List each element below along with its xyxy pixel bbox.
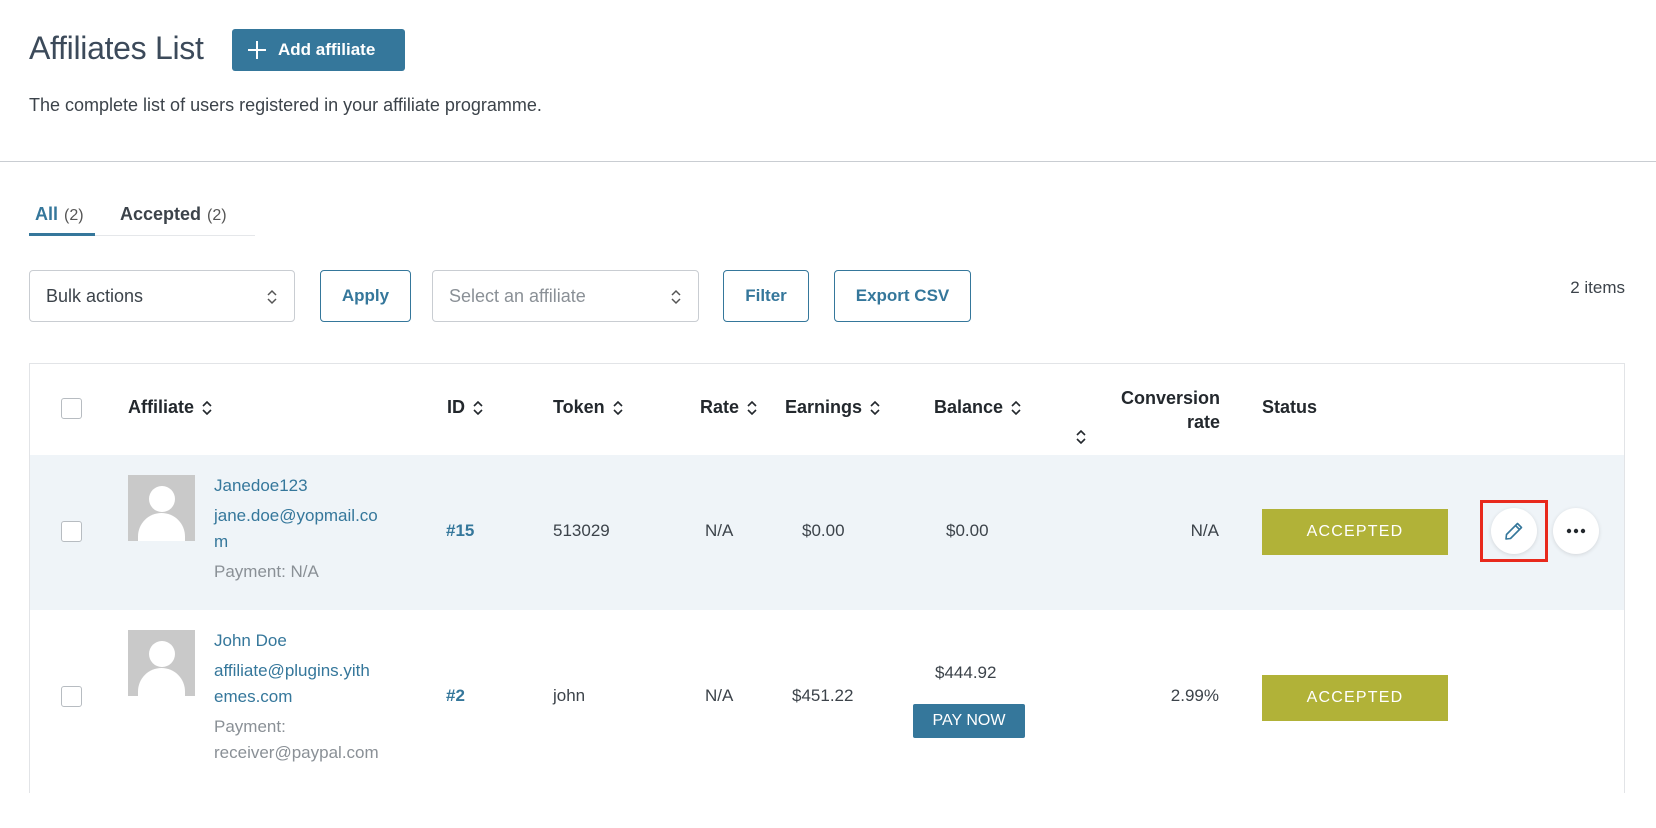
column-id-label: ID [447, 397, 465, 417]
plus-icon [248, 41, 266, 59]
row-checkbox[interactable] [61, 686, 82, 707]
column-token[interactable]: Token [553, 397, 623, 418]
tab-all[interactable]: All (2) [35, 204, 84, 236]
export-csv-button[interactable]: Export CSV [834, 270, 971, 322]
affiliate-token: 513029 [553, 521, 610, 540]
affiliate-id-link[interactable]: #2 [446, 686, 465, 706]
sort-icon [473, 400, 483, 415]
affiliate-balance: $444.92 [935, 663, 997, 682]
affiliate-email-line1[interactable]: jane.doe@yopmail.co [214, 503, 394, 529]
sort-icon [613, 400, 623, 415]
select-all-checkbox[interactable] [61, 398, 82, 419]
affiliate-select[interactable]: Select an affiliate [432, 270, 699, 322]
select-arrows-icon [267, 289, 277, 305]
sort-icon [870, 400, 880, 415]
sort-icon[interactable] [1076, 430, 1086, 444]
affiliate-earnings: $451.22 [792, 686, 854, 705]
column-conversion-label-1: Conversion [1120, 388, 1220, 408]
row-checkbox[interactable] [61, 521, 82, 542]
affiliate-token: john [553, 686, 586, 705]
column-conversion-rate[interactable]: Conversion rate [1040, 386, 1220, 434]
column-status-label: Status [1262, 397, 1318, 417]
column-affiliate-label: Affiliate [128, 397, 195, 417]
active-tab-indicator [29, 233, 95, 236]
affiliate-email-line1[interactable]: affiliate@plugins.yith [214, 658, 394, 684]
tab-accepted-label: Accepted [120, 204, 202, 224]
affiliate-id-link[interactable]: #15 [446, 521, 474, 541]
affiliate-balance: $0.00 [946, 521, 989, 540]
affiliate-payment-line1: Payment: [214, 717, 286, 736]
column-rate-label: Rate [700, 397, 740, 417]
column-id[interactable]: ID [447, 397, 483, 418]
pay-now-button[interactable]: PAY NOW [913, 704, 1025, 738]
sort-icon [1011, 400, 1021, 415]
affiliate-earnings: $0.00 [802, 521, 845, 540]
column-conversion-label-2: rate [1186, 412, 1220, 432]
affiliate-rate: N/A [705, 521, 734, 540]
edit-button-highlight [1480, 500, 1548, 562]
affiliate-username-link[interactable]: John Doe [214, 628, 394, 654]
column-affiliate[interactable]: Affiliate [128, 397, 212, 418]
column-earnings-label: Earnings [785, 397, 863, 417]
tab-all-label: All [35, 204, 59, 224]
page-subtitle: The complete list of users registered in… [29, 95, 542, 115]
table-row: John Doe affiliate@plugins.yith emes.com… [30, 610, 1624, 793]
affiliate-username-link[interactable]: Janedoe123 [214, 473, 394, 499]
column-earnings[interactable]: Earnings [785, 397, 880, 418]
affiliate-info: John Doe affiliate@plugins.yith emes.com… [214, 628, 394, 766]
tab-accepted[interactable]: Accepted (2) [120, 204, 227, 236]
affiliate-payment-line2: receiver@paypal.com [214, 743, 379, 762]
avatar [128, 630, 195, 696]
apply-button[interactable]: Apply [320, 270, 411, 322]
affiliate-info: Janedoe123 jane.doe@yopmail.co m Payment… [214, 473, 394, 585]
column-token-label: Token [553, 397, 605, 417]
affiliate-select-placeholder: Select an affiliate [449, 285, 586, 306]
affiliate-rate: N/A [705, 686, 734, 705]
status-badge: ACCEPTED [1262, 509, 1448, 555]
table-header: Affiliate ID Token Rate Earnings Balance… [30, 364, 1624, 454]
tab-all-count: (2) [64, 207, 84, 224]
add-affiliate-button[interactable]: Add affiliate [232, 29, 405, 71]
affiliates-table: Affiliate ID Token Rate Earnings Balance… [29, 363, 1625, 793]
tab-accepted-count: (2) [207, 207, 227, 224]
bulk-actions-select[interactable]: Bulk actions [29, 270, 295, 322]
affiliate-email-line2[interactable]: emes.com [214, 684, 394, 710]
ellipsis-icon [1566, 528, 1586, 534]
select-arrows-icon [671, 289, 681, 305]
status-tabs: All (2) Accepted (2) [29, 200, 255, 236]
header-divider [0, 161, 1656, 162]
affiliate-conversion: 2.99% [1170, 686, 1219, 705]
page-title: Affiliates List [29, 30, 204, 66]
affiliate-payment: Payment: N/A [214, 562, 319, 581]
sort-icon [202, 400, 212, 415]
column-balance-label: Balance [934, 397, 1004, 417]
column-status: Status [1262, 397, 1317, 418]
add-affiliate-label: Add affiliate [278, 40, 376, 59]
column-balance[interactable]: Balance [934, 397, 1021, 418]
column-rate[interactable]: Rate [700, 397, 757, 418]
filter-button[interactable]: Filter [723, 270, 809, 322]
table-row: Janedoe123 jane.doe@yopmail.co m Payment… [30, 455, 1624, 610]
affiliate-conversion: N/A [1190, 521, 1219, 540]
items-count: 2 items [1570, 278, 1625, 297]
status-badge: ACCEPTED [1262, 675, 1448, 721]
avatar [128, 475, 195, 541]
bulk-actions-value: Bulk actions [46, 285, 144, 306]
sort-icon [747, 400, 757, 415]
more-actions-button[interactable] [1553, 508, 1599, 554]
affiliate-email-line2[interactable]: m [214, 529, 394, 555]
